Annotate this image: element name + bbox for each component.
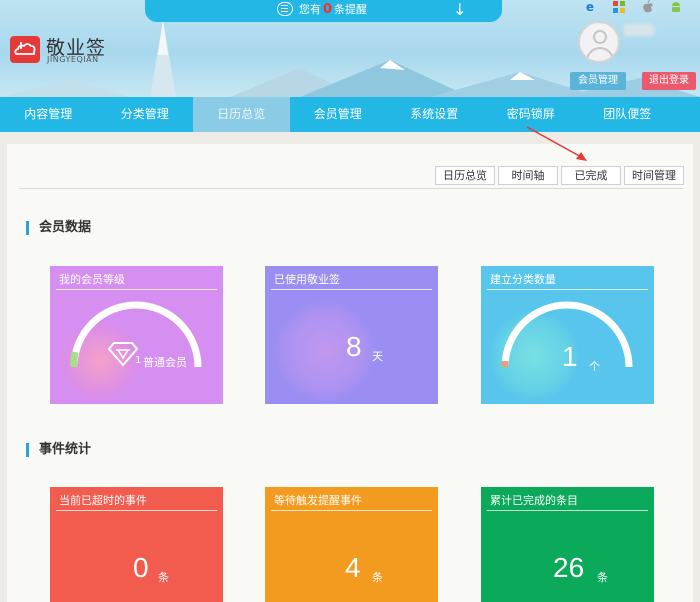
reminder-bar[interactable]: 您有 0 条提醒 ↓	[145, 0, 502, 22]
header: 您有 0 条提醒 ↓ 敬业签 JINGYEQIAN e 会员管理 退出登录	[0, 0, 700, 97]
section-title-member: 会员数据	[26, 221, 91, 235]
member-level-card: 我的会员等级 1 普通会员	[50, 266, 223, 404]
main-panel: 日历总览 时间轴 已完成 时间管理 会员数据 我的会员等级 1 普通会员 已使用…	[7, 144, 693, 602]
tab-completed[interactable]: 已完成	[561, 166, 621, 185]
days-used-unit: 天	[372, 350, 383, 363]
completed-items-value: 26	[553, 552, 585, 583]
message-icon	[277, 2, 293, 16]
overdue-events-card: 当前已超时的事件 0 条	[50, 487, 223, 602]
category-count-value: 1	[562, 341, 578, 372]
nav-content-management[interactable]: 内容管理	[0, 97, 97, 132]
level-gauge	[70, 301, 202, 368]
overdue-events-unit: 条	[158, 571, 169, 584]
category-gauge	[501, 301, 633, 368]
days-used-card: 已使用敬业签 8 天	[265, 266, 438, 404]
level-label: 普通会员	[143, 356, 187, 369]
pending-reminders-unit: 条	[372, 571, 383, 584]
annotation-arrow	[526, 126, 587, 161]
overdue-events-value: 0	[133, 552, 149, 583]
main-nav: 内容管理 分类管理 日历总览 会员管理 系统设置 密码锁屏 团队便签	[0, 97, 700, 132]
username-blurred	[624, 24, 654, 36]
logout-button[interactable]: 退出登录	[642, 72, 696, 90]
section-title-events: 事件统计	[26, 443, 91, 457]
completed-items-unit: 条	[597, 571, 608, 584]
card-title: 当前已超时的事件	[59, 494, 147, 507]
nav-member-management[interactable]: 会员管理	[290, 97, 387, 132]
tab-divider	[19, 188, 683, 189]
tab-time-management[interactable]: 时间管理	[624, 166, 684, 185]
nav-system-settings[interactable]: 系统设置	[386, 97, 483, 132]
reminder-text: 您有 0 条提醒	[299, 2, 368, 17]
nav-calendar-overview[interactable]: 日历总览	[193, 97, 290, 132]
ie-icon[interactable]: e	[582, 0, 598, 14]
member-management-button[interactable]: 会员管理	[570, 72, 626, 90]
card-title: 累计已完成的条目	[490, 494, 578, 507]
pending-reminders-value: 4	[345, 552, 361, 583]
card-title: 等待触发提醒事件	[274, 494, 362, 507]
category-count-unit: 个	[589, 360, 600, 373]
nav-category-management[interactable]: 分类管理	[97, 97, 194, 132]
android-icon[interactable]	[668, 0, 684, 14]
tab-calendar-overview[interactable]: 日历总览	[435, 166, 495, 185]
card-title: 已使用敬业签	[274, 273, 340, 286]
level-number: 1	[135, 355, 142, 366]
logo-icon	[10, 36, 40, 63]
logo-subtitle: JINGYEQIAN	[47, 55, 99, 64]
completed-items-card: 累计已完成的条目 26 条	[481, 487, 654, 602]
tab-timeline[interactable]: 时间轴	[498, 166, 558, 185]
days-used-value: 8	[346, 331, 362, 362]
arrow-down-icon[interactable]: ↓	[453, 1, 466, 19]
pending-reminders-card: 等待触发提醒事件 4 条	[265, 487, 438, 602]
category-count-card: 建立分类数量 1 个	[481, 266, 654, 404]
diamond-icon	[108, 342, 138, 367]
windows-icon[interactable]	[611, 0, 627, 14]
reminder-count: 0	[323, 2, 333, 17]
apple-icon[interactable]	[640, 0, 656, 14]
avatar[interactable]	[578, 21, 620, 63]
